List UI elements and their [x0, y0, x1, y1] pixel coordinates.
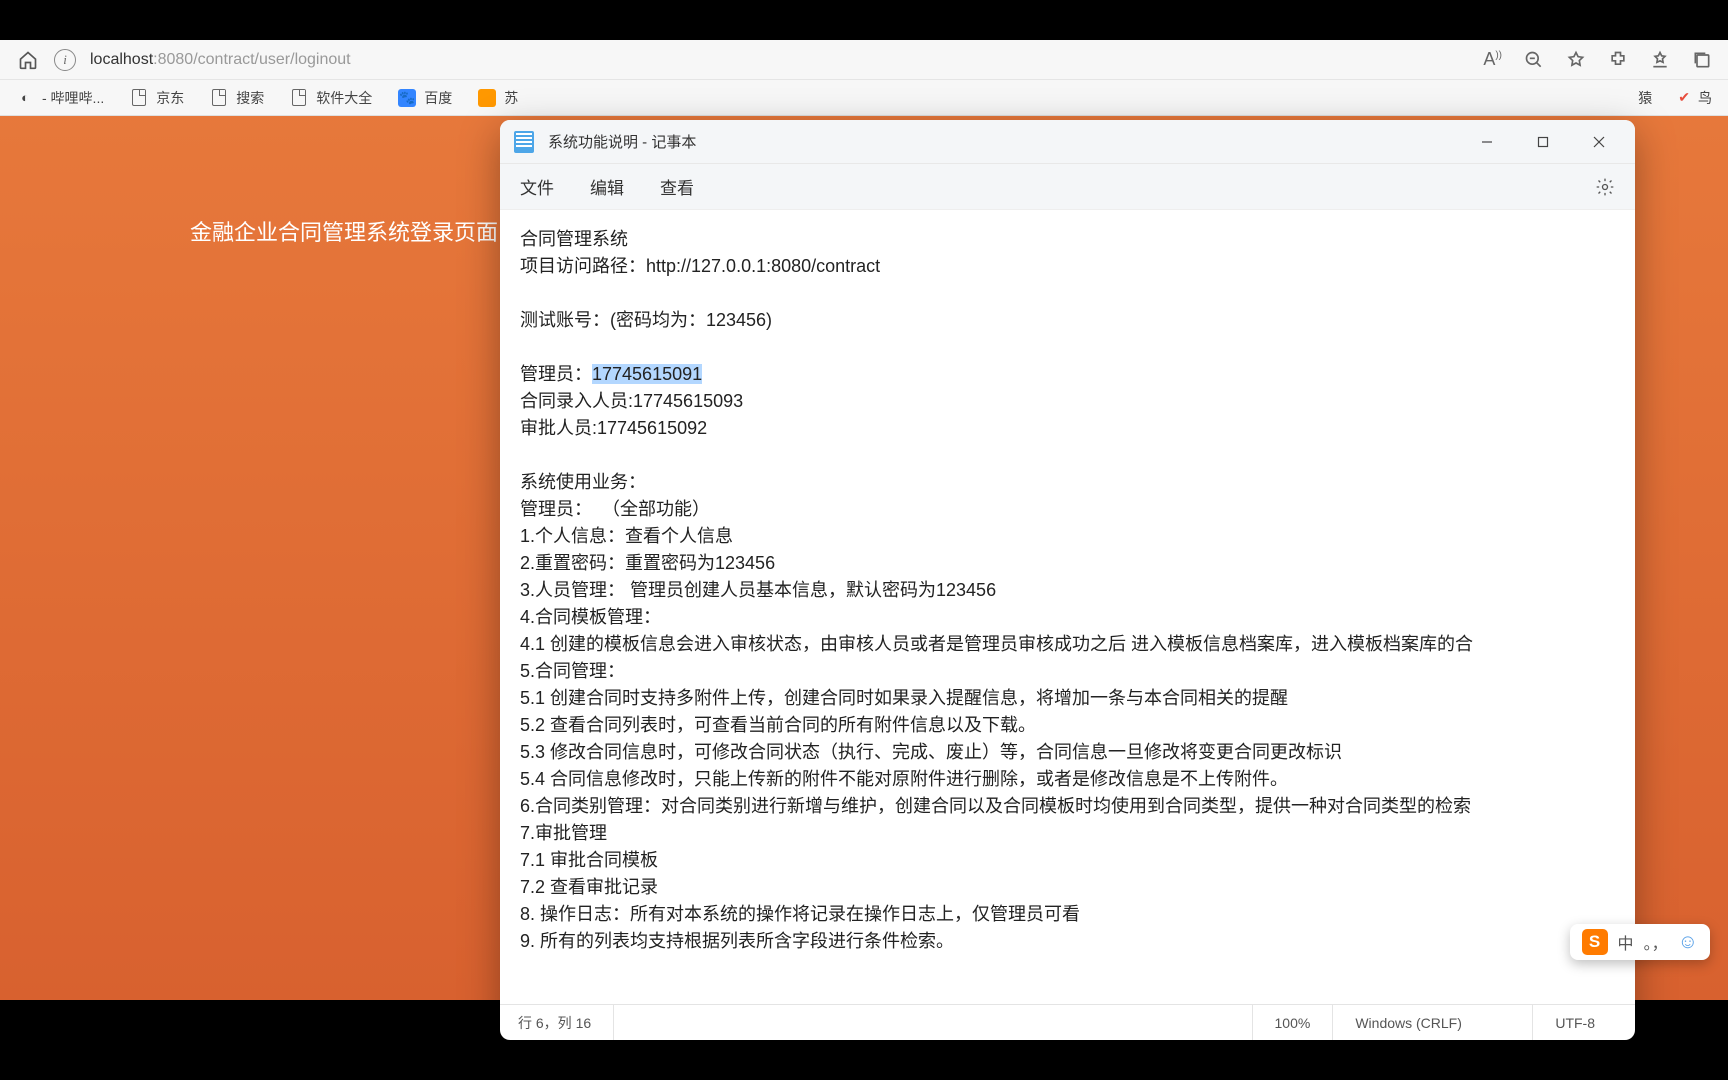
status-line-ending: Windows (CRLF) [1333, 1005, 1533, 1040]
baidu-icon: 🐾 [398, 89, 416, 107]
settings-gear-icon[interactable] [1595, 177, 1615, 197]
zoom-icon[interactable] [1524, 50, 1544, 70]
url-host: localhost [90, 51, 153, 68]
browser-right-icons: A)) [1483, 49, 1712, 70]
favorites-list-icon[interactable] [1650, 50, 1670, 70]
read-aloud-icon[interactable]: A)) [1483, 49, 1502, 70]
menu-edit[interactable]: 编辑 [590, 174, 624, 199]
doc-icon [130, 89, 148, 107]
notepad-text-area[interactable]: 合同管理系统 项目访问路径：http://127.0.0.1:8080/cont… [500, 210, 1635, 1004]
page-title: 金融企业合同管理系统登录页面 [190, 215, 498, 247]
site-info-icon[interactable]: i [54, 49, 76, 71]
ime-lang[interactable]: 中 [1618, 930, 1634, 954]
bookmark-label: 苏 [504, 88, 518, 108]
bird-icon: ✔ [1678, 89, 1690, 106]
status-encoding: UTF-8 [1533, 1005, 1617, 1040]
bookmark-suning[interactable]: 苏 [478, 88, 518, 108]
menu-view[interactable]: 查看 [660, 174, 694, 199]
home-icon[interactable] [16, 48, 40, 72]
selected-text: 17745615091 [592, 364, 702, 384]
url-address[interactable]: localhost:8080/contract/user/loginout [90, 51, 1469, 69]
favorite-icon[interactable] [1566, 50, 1586, 70]
notepad-title: 系统功能说明 - 记事本 [548, 131, 696, 152]
status-cursor-pos: 行 6，列 16 [518, 1005, 614, 1040]
doc-icon [210, 89, 228, 107]
bookmark-right-1[interactable]: 猿 [1638, 88, 1652, 108]
bookmark-label: 搜索 [236, 88, 264, 108]
doc-icon [290, 89, 308, 107]
url-path: :8080/contract/user/loginout [153, 51, 350, 68]
bookmark-baidu[interactable]: 🐾 百度 [398, 88, 452, 108]
sogou-logo-icon: S [1582, 929, 1608, 955]
bookmark-right-2[interactable]: ✔ 鸟 [1678, 88, 1712, 108]
notepad-status-bar: 行 6，列 16 100% Windows (CRLF) UTF-8 [500, 1004, 1635, 1040]
bookmark-label: 猿 [1638, 88, 1652, 108]
notepad-titlebar[interactable]: 系统功能说明 - 记事本 [500, 120, 1635, 164]
emoji-icon[interactable]: ☺ [1678, 931, 1698, 954]
status-zoom: 100% [1253, 1005, 1334, 1040]
notepad-window: 系统功能说明 - 记事本 文件 编辑 查看 合同管理系统 项目访 [500, 120, 1635, 1040]
bookmark-label: - 哔哩哔... [42, 88, 104, 108]
window-buttons [1459, 120, 1627, 164]
browser-address-bar: i localhost:8080/contract/user/loginout … [0, 40, 1728, 80]
bookmark-label: 鸟 [1698, 88, 1712, 108]
ime-punct[interactable]: 。， [1644, 930, 1668, 954]
ime-toolbar[interactable]: S 中 。， ☺ [1570, 924, 1710, 960]
bookmark-jd[interactable]: 京东 [130, 88, 184, 108]
minimize-button[interactable] [1459, 120, 1515, 164]
notepad-app-icon [514, 131, 534, 153]
notepad-menubar: 文件 编辑 查看 [500, 164, 1635, 210]
bookmark-software[interactable]: 软件大全 [290, 88, 372, 108]
bilibili-icon: ◐ [16, 89, 34, 107]
bookmark-search[interactable]: 搜索 [210, 88, 264, 108]
bookmarks-bar: ◐ - 哔哩哔... 京东 搜索 软件大全 🐾 百度 苏 猿 ✔ [0, 80, 1728, 116]
close-button[interactable] [1571, 120, 1627, 164]
bookmark-label: 京东 [156, 88, 184, 108]
menu-file[interactable]: 文件 [520, 174, 554, 199]
bookmark-label: 百度 [424, 88, 452, 108]
letterbox-top [0, 0, 1728, 40]
desktop-screen: i localhost:8080/contract/user/loginout … [0, 40, 1728, 1000]
bookmark-bilibili[interactable]: ◐ - 哔哩哔... [16, 88, 104, 108]
suning-icon [478, 89, 496, 107]
bookmark-label: 软件大全 [316, 88, 372, 108]
maximize-button[interactable] [1515, 120, 1571, 164]
collections-icon[interactable] [1692, 50, 1712, 70]
extensions-icon[interactable] [1608, 50, 1628, 70]
